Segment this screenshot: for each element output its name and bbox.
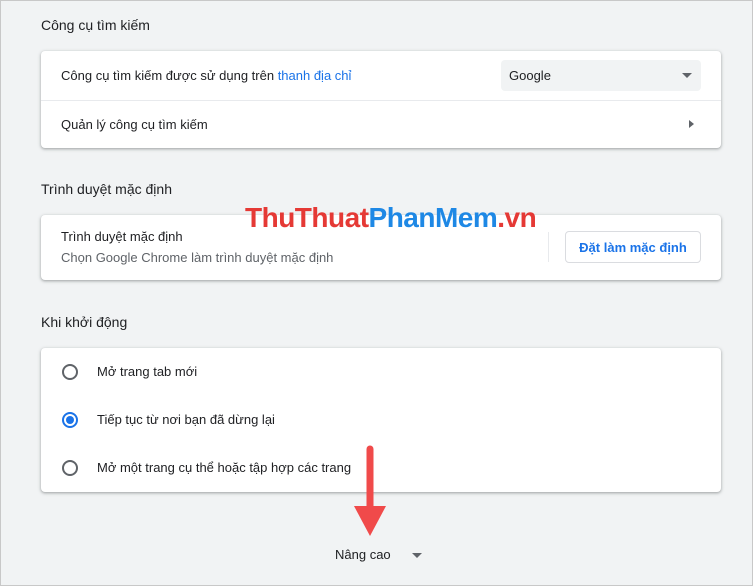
default-browser-label: Trình duyệt mặc định: [61, 229, 183, 244]
radio-specific-pages[interactable]: [62, 460, 78, 476]
vertical-separator: [548, 232, 549, 262]
annotation-arrow-icon: [354, 445, 386, 536]
search-engine-section-title: Công cụ tìm kiếm: [41, 17, 150, 33]
search-engine-selected-value: Google: [509, 68, 551, 83]
search-engine-select[interactable]: Google: [501, 60, 701, 91]
watermark-logo: ThuThuatPhanMem.vn: [245, 202, 537, 233]
radio-label-continue: Tiếp tục từ nơi bạn đã dừng lại: [97, 412, 275, 427]
advanced-toggle[interactable]: Nâng cao: [335, 547, 391, 562]
default-browser-sublabel: Chọn Google Chrome làm trình duyệt mặc đ…: [61, 250, 334, 265]
on-startup-section-title: Khi khởi động: [41, 314, 128, 330]
search-engine-card: Công cụ tìm kiếm được sử dụng trên thanh…: [41, 51, 721, 148]
manage-search-engines-label: Quản lý công cụ tìm kiếm: [61, 116, 208, 132]
dropdown-caret-icon: [682, 73, 692, 78]
chevron-right-icon: [689, 120, 694, 128]
radio-label-specific-pages: Mở một trang cụ thể hoặc tập hợp các tra…: [97, 460, 352, 475]
make-default-button[interactable]: Đặt làm mặc định: [565, 231, 701, 263]
radio-label-new-tab: Mở trang tab mới: [97, 364, 198, 379]
manage-search-engines-row[interactable]: Quản lý công cụ tìm kiếm: [41, 100, 721, 148]
address-bar-link[interactable]: thanh địa chỉ: [278, 68, 352, 83]
default-browser-section-title: Trình duyệt mặc định: [41, 181, 172, 197]
chevron-down-icon[interactable]: [412, 553, 422, 558]
radio-new-tab[interactable]: [62, 364, 78, 380]
radio-continue[interactable]: [62, 412, 78, 428]
address-bar-engine-label: Công cụ tìm kiếm được sử dụng trên thanh…: [61, 68, 352, 83]
